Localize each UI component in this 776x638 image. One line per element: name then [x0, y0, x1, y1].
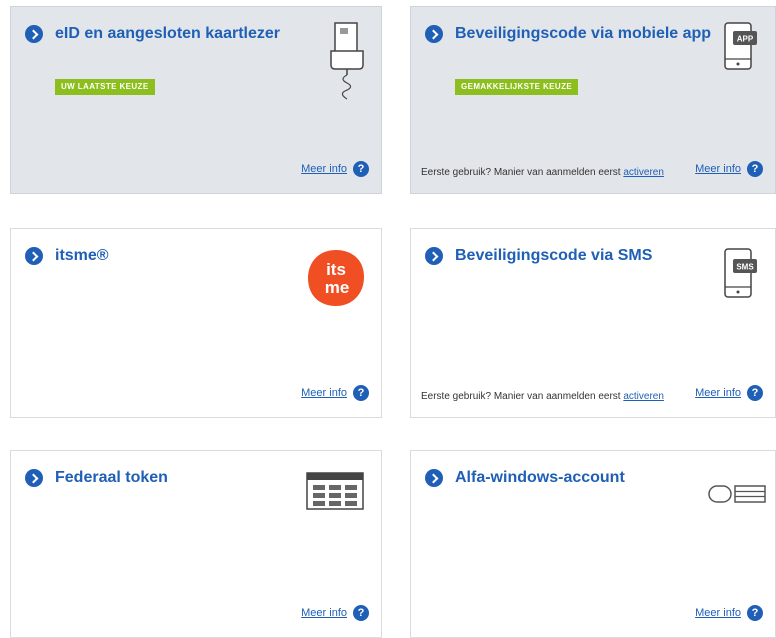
windows-account-icon [708, 485, 766, 503]
chevron-right-icon [425, 469, 443, 487]
itsme-logo-text-top: its [326, 260, 346, 279]
option-title: Beveiligingscode via mobiele app [455, 25, 712, 42]
login-option-sms[interactable]: Beveiligingscode via SMS SMS Eerste gebr… [410, 228, 776, 418]
help-icon[interactable]: ? [747, 605, 763, 621]
more-info-link[interactable]: Meer info [695, 607, 741, 619]
sms-phone-icon: SMS [724, 248, 757, 298]
more-info-link[interactable]: Meer info [695, 163, 741, 175]
option-title: Federaal token [55, 469, 168, 486]
mobile-app-icon: APP [724, 22, 757, 70]
option-title: itsme® [55, 247, 109, 264]
more-info[interactable]: Meer info ? [301, 605, 369, 621]
easiest-choice-badge: GEMAKKELIJKSTE KEUZE [455, 79, 579, 95]
help-icon[interactable]: ? [747, 385, 763, 401]
more-info[interactable]: Meer info ? [301, 385, 369, 401]
chevron-right-icon [25, 247, 43, 265]
first-use-note: Eerste gebruik? Manier van aanmelden eer… [421, 165, 683, 181]
option-title: Beveiligingscode via SMS [455, 247, 653, 264]
sms-label: SMS [736, 263, 754, 272]
help-icon[interactable]: ? [353, 385, 369, 401]
more-info-link[interactable]: Meer info [695, 387, 741, 399]
first-use-note: Eerste gebruik? Manier van aanmelden eer… [421, 389, 683, 405]
more-info-link[interactable]: Meer info [301, 387, 347, 399]
more-info[interactable]: Meer info ? [695, 161, 763, 177]
itsme-logo: its me [308, 250, 364, 306]
help-icon[interactable]: ? [747, 161, 763, 177]
login-option-alfa-windows-account[interactable]: Alfa-windows-account Meer info ? [410, 450, 776, 638]
app-label: APP [737, 35, 754, 44]
help-icon[interactable]: ? [353, 605, 369, 621]
itsme-logo-text-bottom: me [325, 278, 350, 297]
more-info-link[interactable]: Meer info [301, 163, 347, 175]
more-info[interactable]: Meer info ? [695, 385, 763, 401]
more-info-link[interactable]: Meer info [301, 607, 347, 619]
chevron-right-icon [425, 25, 443, 43]
token-card-icon [306, 472, 364, 510]
chevron-right-icon [25, 469, 43, 487]
login-option-federal-token[interactable]: Federaal token Meer info ? [10, 450, 382, 638]
login-option-eid[interactable]: eID en aangesloten kaartlezer UW LAATSTE… [10, 6, 382, 194]
login-option-mobile-app[interactable]: Beveiligingscode via mobiele app GEMAKKE… [410, 6, 776, 194]
help-icon[interactable]: ? [353, 161, 369, 177]
option-title: Alfa-windows-account [455, 469, 625, 486]
login-option-itsme[interactable]: itsme® its me Meer info ? [10, 228, 382, 418]
option-title: eID en aangesloten kaartlezer [55, 25, 280, 42]
activate-link[interactable]: activeren [623, 167, 664, 178]
first-use-text: Eerste gebruik? Manier van aanmelden eer… [421, 391, 621, 402]
chevron-right-icon [25, 25, 43, 43]
activate-link[interactable]: activeren [623, 391, 664, 402]
first-use-text: Eerste gebruik? Manier van aanmelden eer… [421, 167, 621, 178]
chevron-right-icon [425, 247, 443, 265]
more-info[interactable]: Meer info ? [301, 161, 369, 177]
last-choice-badge: UW LAATSTE KEUZE [55, 79, 155, 95]
more-info[interactable]: Meer info ? [695, 605, 763, 621]
card-reader-icon [330, 22, 364, 100]
